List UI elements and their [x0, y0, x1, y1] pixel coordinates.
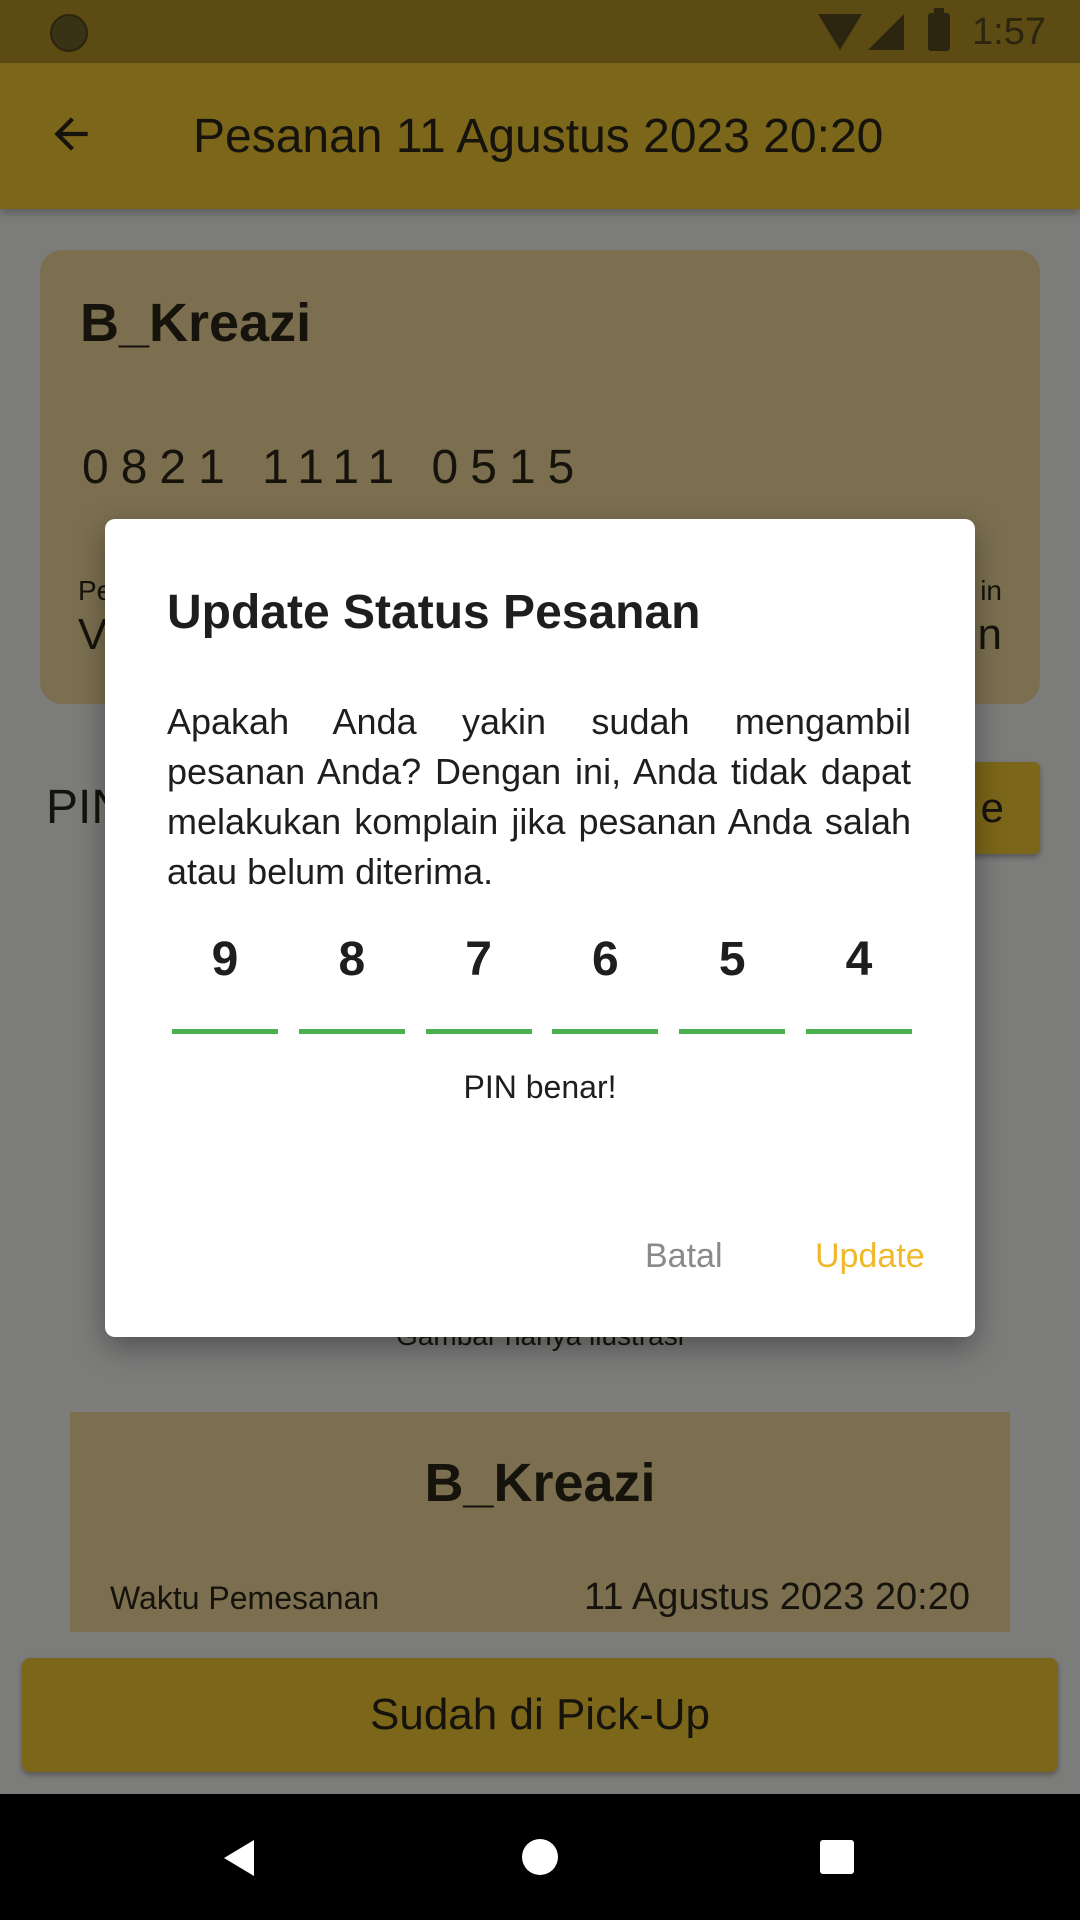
pin-digit: 4: [845, 933, 873, 986]
page-title: Pesanan 11 Agustus 2023 20:20: [193, 110, 884, 163]
nav-back-icon[interactable]: [224, 1840, 254, 1876]
pin-digit-field[interactable]: 4: [805, 924, 912, 1034]
pin-digit: 6: [592, 933, 619, 986]
back-arrow-icon[interactable]: [46, 109, 96, 168]
pin-digit-field[interactable]: 7: [425, 924, 532, 1034]
card-left-value: V: [78, 610, 108, 659]
card-right-value: n: [977, 610, 1002, 659]
battery-icon: [928, 8, 951, 51]
signal-icon: [868, 14, 905, 50]
order-summary-card: B_Kreazi Waktu Pemesanan 11 Agustus 2023…: [70, 1412, 1010, 1632]
seller-name: B_Kreazi: [80, 293, 312, 353]
status-time: 1:57: [972, 10, 1046, 53]
card-right-label: in: [980, 575, 1002, 606]
status-icons: 1:57: [818, 6, 1046, 58]
nav-recent-icon[interactable]: [820, 1840, 854, 1874]
pin-digit: 5: [718, 933, 746, 986]
update-status-dialog: Update Status Pesanan Apakah Anda yakin …: [105, 519, 975, 1337]
order-time-value: 11 Agustus 2023 20:20: [584, 1576, 970, 1618]
pin-digit: 8: [338, 933, 366, 986]
pin-digit: 7: [465, 933, 492, 986]
dialog-title: Update Status Pesanan: [167, 586, 701, 639]
picked-up-button[interactable]: Sudah di Pick-Up: [22, 1658, 1058, 1772]
dialog-message: Apakah Anda yakin sudah mengambil pesana…: [167, 701, 911, 892]
pin-underline: [805, 1029, 912, 1034]
pin-digit-field[interactable]: 8: [298, 924, 405, 1034]
pin-digit-field[interactable]: 9: [172, 924, 278, 1034]
seller-phone: 0821 1111 0515: [82, 441, 587, 494]
pin-underline: [679, 1029, 786, 1034]
pin-underline: [425, 1029, 532, 1034]
pin-status-message: PIN benar!: [463, 1069, 617, 1105]
pin-underline: [298, 1029, 405, 1034]
pin-digit-field[interactable]: 5: [679, 924, 786, 1034]
pin-digit-field[interactable]: 6: [552, 924, 659, 1034]
wifi-icon: [818, 14, 863, 50]
app-bar: Pesanan 11 Agustus 2023 20:20: [0, 63, 1080, 209]
pin-underline: [172, 1029, 278, 1034]
nav-home-icon[interactable]: [522, 1839, 558, 1875]
notification-icon: [50, 14, 88, 52]
status-bar: 1:57: [0, 0, 1080, 63]
update-button[interactable]: Update: [815, 1237, 925, 1276]
order-time-label: Waktu Pemesanan: [110, 1580, 380, 1616]
pin-input-row: 9 8 7 6 5 4: [172, 924, 912, 1034]
cancel-button[interactable]: Batal: [645, 1237, 723, 1276]
pin-digit: 9: [211, 933, 239, 986]
pin-underline: [552, 1029, 659, 1034]
order-seller-name: B_Kreazi: [424, 1453, 656, 1513]
